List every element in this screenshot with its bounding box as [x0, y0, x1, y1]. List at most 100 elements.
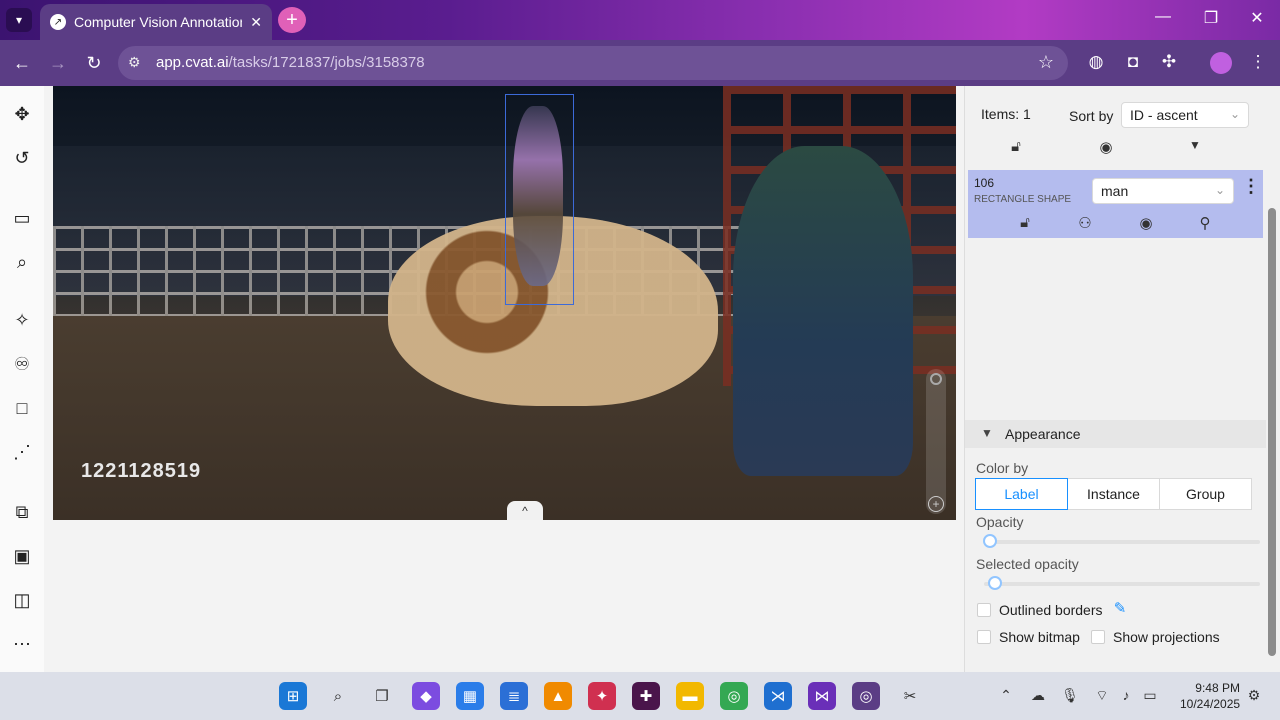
object-item[interactable]: 106 RECTANGLE SHAPE man ⌄ ⋮ 🔓︎ ⚇ ◉ ⚲: [968, 170, 1263, 238]
appearance-header[interactable]: ▼ Appearance: [965, 420, 1267, 448]
tray-chevron-icon[interactable]: ⌃: [996, 687, 1016, 704]
color-by-instance-option[interactable]: Instance: [1067, 478, 1160, 510]
tab-search-button[interactable]: ▾: [6, 8, 32, 32]
omnibox[interactable]: ⚙ app.cvat.ai/tasks/1721837/jobs/3158378…: [118, 46, 1068, 80]
chrome-icon[interactable]: ◎: [720, 682, 748, 710]
merge-icon[interactable]: ⧉: [8, 498, 36, 526]
battery-icon[interactable]: ▭: [1140, 687, 1160, 704]
vscode-icon[interactable]: ⋊: [764, 682, 792, 710]
pin-icon[interactable]: ⚲: [1194, 214, 1216, 232]
browser-tab[interactable]: ↗ Computer Vision Annotation Tool ✕: [40, 4, 272, 40]
panel-scrollbar-thumb[interactable]: [1268, 208, 1276, 656]
opacity-slider-handle[interactable]: [982, 534, 997, 548]
zoom-region-icon[interactable]: ⌕: [8, 248, 36, 276]
onedrive-icon[interactable]: ☁: [1028, 687, 1048, 704]
search-icon[interactable]: ⌕: [324, 682, 352, 710]
annotation-canvas[interactable]: 1221128519 ^ +: [53, 86, 956, 520]
reload-icon[interactable]: ↻: [82, 52, 106, 74]
clock[interactable]: 9:48 PM 10/24/2025: [1180, 680, 1240, 712]
clock-time: 9:48 PM: [1195, 681, 1240, 695]
zoom-slider-track[interactable]: [926, 369, 946, 514]
more-icon[interactable]: ⋮: [1246, 52, 1270, 72]
show-projections-checkbox[interactable]: [1091, 630, 1105, 644]
collapse-toggle[interactable]: ^: [507, 501, 543, 520]
magic-wand-icon[interactable]: ✧: [8, 306, 36, 334]
show-bitmap-checkbox[interactable]: [977, 630, 991, 644]
lock-all-icon[interactable]: 🔓︎: [1005, 138, 1027, 155]
ai-tools-icon[interactable]: ♾: [8, 350, 36, 378]
rectangle-icon[interactable]: □: [8, 394, 36, 422]
store-icon[interactable]: ▦: [456, 682, 484, 710]
puzzle-icon[interactable]: ✣: [1157, 52, 1181, 72]
back-icon[interactable]: ←: [10, 52, 34, 74]
color-by-group-option[interactable]: Group: [1159, 478, 1252, 510]
tab-close-icon[interactable]: ✕: [250, 14, 262, 31]
sort-select[interactable]: ID - ascent ⌄: [1121, 102, 1249, 128]
close-window-button[interactable]: ✕: [1242, 8, 1272, 28]
visual-studio-icon[interactable]: ⋈: [808, 682, 836, 710]
fit-image-icon[interactable]: ▭: [8, 204, 36, 232]
object-menu-icon[interactable]: ⋮: [1242, 176, 1260, 197]
profile-avatar[interactable]: [1210, 52, 1232, 74]
url-text[interactable]: app.cvat.ai/tasks/1721837/jobs/3158378: [156, 54, 425, 71]
notepad-icon[interactable]: ≣: [500, 682, 528, 710]
controls-sidebar: ✥ ↺ ▭ ⌕ ✧ ♾ □ ⋰ ⧉ ▣ ◫ ⋯: [0, 86, 44, 672]
points-icon[interactable]: ⋰: [8, 438, 36, 466]
forward-icon[interactable]: →: [46, 52, 70, 74]
chrome-profile-icon[interactable]: ◎: [852, 682, 880, 710]
browser-tab-bar: ▾ ↗ Computer Vision Annotation Tool ✕ + …: [0, 0, 1280, 40]
move-icon[interactable]: ✥: [8, 100, 36, 128]
volume-icon[interactable]: ♪: [1116, 687, 1136, 703]
eye-icon[interactable]: ◉: [1135, 214, 1157, 232]
star-icon[interactable]: ☆: [1038, 52, 1054, 73]
expand-all-icon[interactable]: ▼: [1184, 138, 1206, 152]
file-explorer-icon[interactable]: ▬: [676, 682, 704, 710]
objects-panel: Items: 1 Sort by ID - ascent ⌄ 🔓︎ ◉ ▼ 10…: [964, 86, 1267, 672]
microphone-icon[interactable]: 🎙︎: [1060, 687, 1080, 704]
opacity-slider[interactable]: [982, 534, 1260, 548]
task-view-icon[interactable]: ❐: [368, 682, 396, 710]
zoom-slider-handle[interactable]: [930, 373, 942, 385]
object-label-select[interactable]: man ⌄: [1092, 178, 1234, 204]
bullfighter-figure: [733, 146, 913, 476]
extension-icon[interactable]: ◘: [1121, 52, 1145, 72]
outlined-borders-checkbox[interactable]: [977, 603, 991, 617]
maximize-button[interactable]: ❐: [1196, 8, 1226, 28]
tab-title: Computer Vision Annotation Tool: [74, 14, 243, 30]
more-tools-icon[interactable]: ⋯: [8, 630, 36, 658]
outlined-borders-label: Outlined borders: [999, 602, 1103, 618]
globe-icon[interactable]: ◍: [1084, 52, 1108, 72]
lock-icon[interactable]: 🔓︎: [1014, 214, 1036, 231]
app-icon[interactable]: ✦: [588, 682, 616, 710]
notifications-icon[interactable]: ⚙: [1244, 687, 1264, 704]
rotate-icon[interactable]: ↺: [8, 144, 36, 172]
object-type: RECTANGLE SHAPE: [974, 194, 1072, 205]
site-info-icon[interactable]: ⚙: [128, 54, 141, 71]
zoom-in-icon[interactable]: +: [928, 496, 944, 512]
chevron-down-icon: ⌄: [1229, 107, 1240, 121]
bounding-box[interactable]: [505, 94, 574, 305]
new-tab-button[interactable]: +: [278, 7, 306, 33]
color-by-label-option[interactable]: Label: [975, 478, 1068, 510]
appearance-title: Appearance: [1005, 426, 1081, 442]
chevron-down-icon: ▼: [981, 426, 993, 440]
edit-color-icon[interactable]: ✎: [1109, 599, 1131, 617]
color-by-group: Label Instance Group: [975, 478, 1252, 510]
split-icon[interactable]: ◫: [8, 586, 36, 614]
snipping-tool-icon[interactable]: ✂: [896, 682, 924, 710]
start-icon[interactable]: ⊞: [279, 682, 307, 710]
copilot-icon[interactable]: ◆: [412, 682, 440, 710]
canvas-empty-area: [44, 528, 964, 672]
opacity-label: Opacity: [976, 514, 1024, 530]
person-icon[interactable]: ⚇: [1074, 214, 1096, 232]
eye-all-icon[interactable]: ◉: [1095, 138, 1117, 156]
wifi-icon[interactable]: ⌔: [1092, 687, 1112, 705]
minimize-button[interactable]: —: [1148, 8, 1178, 26]
object-label-value: man: [1101, 183, 1129, 199]
vlc-icon[interactable]: ▲: [544, 682, 572, 710]
address-bar-row: ← → ↻ ⚙ app.cvat.ai/tasks/1721837/jobs/3…: [0, 40, 1280, 86]
group-icon[interactable]: ▣: [8, 542, 36, 570]
selected-opacity-slider[interactable]: [984, 576, 1260, 590]
selected-opacity-slider-handle[interactable]: [988, 576, 1003, 590]
slack-icon[interactable]: ✚: [632, 682, 660, 710]
